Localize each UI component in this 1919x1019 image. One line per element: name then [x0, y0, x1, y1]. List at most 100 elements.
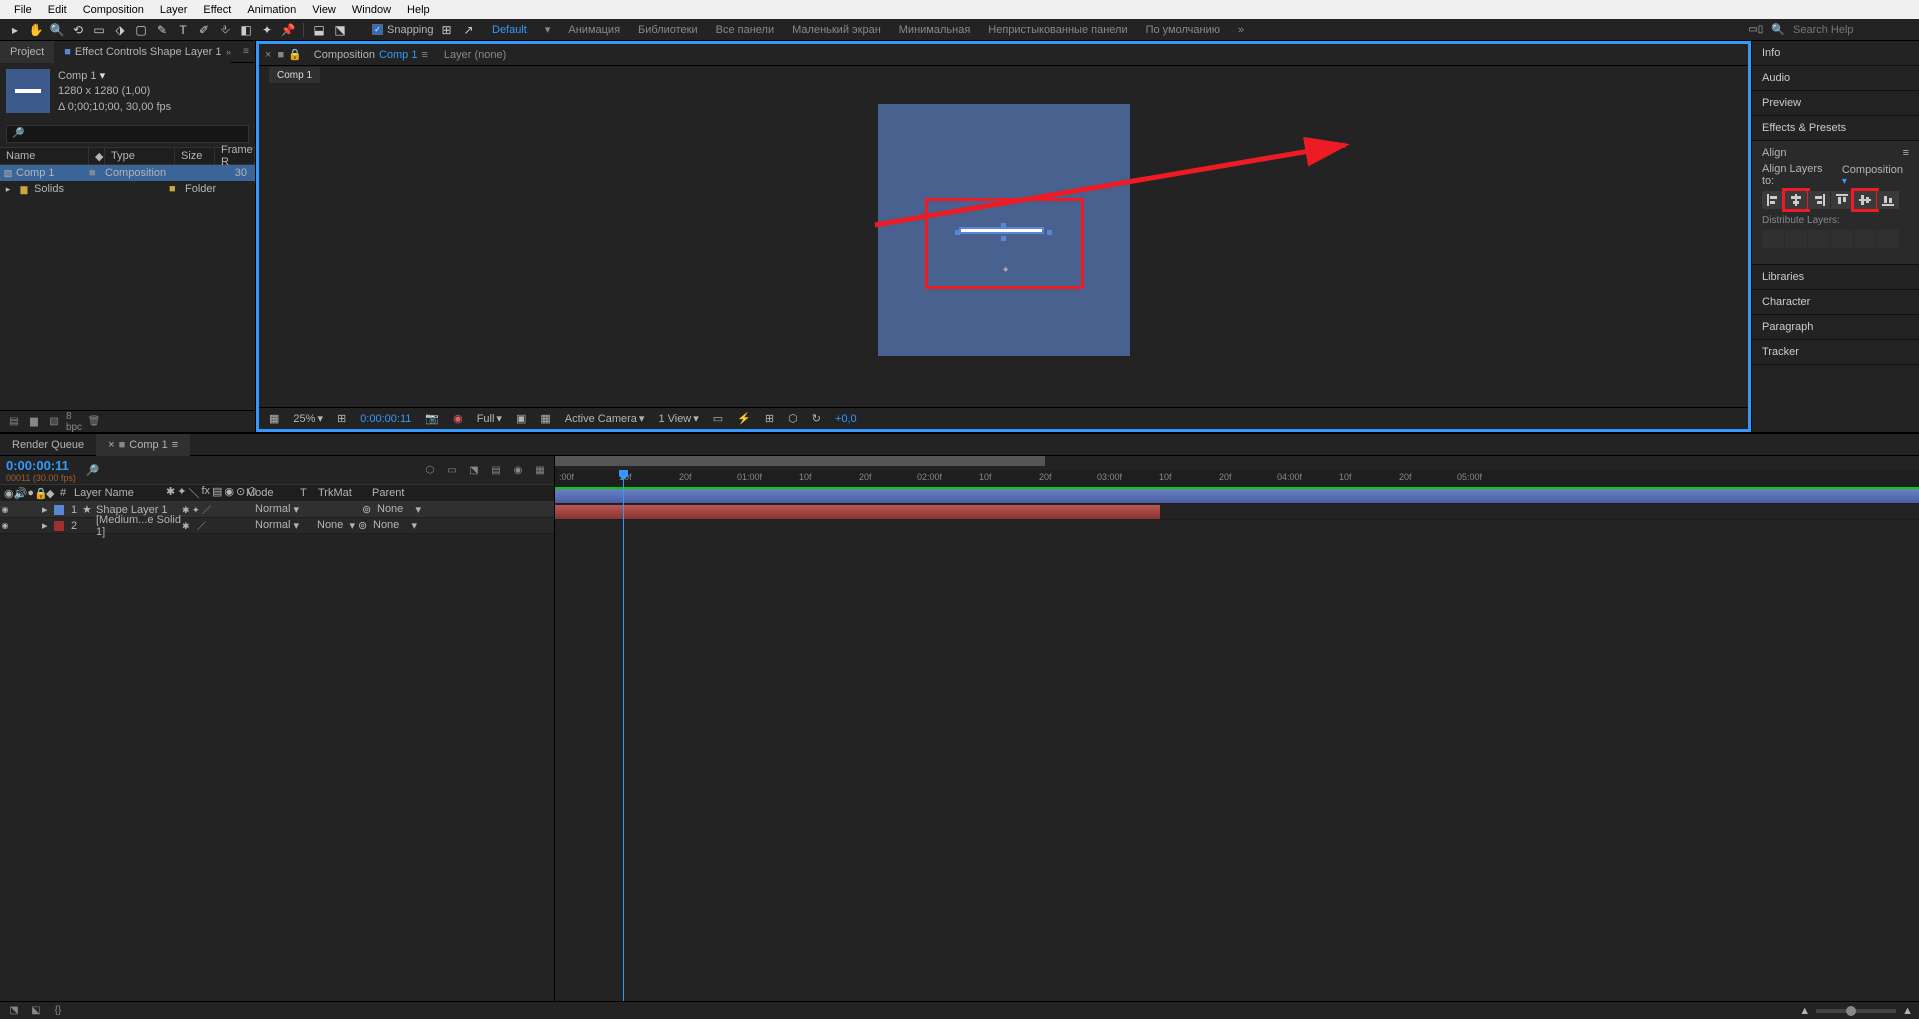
transparency-grid-icon[interactable]: ▦ — [536, 412, 554, 425]
work-area-bar[interactable] — [555, 456, 1045, 466]
zoom-in-icon[interactable]: ▲ — [1902, 1005, 1913, 1017]
graph-editor-icon[interactable]: ▦ — [532, 462, 548, 478]
rect-tool[interactable]: ▢ — [132, 21, 150, 39]
orbit-tool[interactable]: ⟲ — [69, 21, 87, 39]
reset-exposure-icon[interactable]: ↻ — [808, 412, 825, 425]
toggle-modes-icon[interactable]: ⬕ — [28, 1003, 44, 1019]
align-to-dropdown[interactable]: Composition ▾ — [1842, 164, 1909, 187]
menu-animation[interactable]: Animation — [239, 4, 304, 16]
channel-icon[interactable]: ◉ — [449, 412, 467, 425]
visibility-toggle[interactable]: ◉ — [0, 521, 10, 530]
timecode-display[interactable]: 0:00:00:11 — [356, 413, 415, 425]
world-axis-icon[interactable]: ⬔ — [331, 21, 349, 39]
workspace-defaultru[interactable]: По умолчанию — [1146, 24, 1220, 36]
align-vcenter-button[interactable] — [1851, 188, 1879, 212]
blend-mode-dropdown[interactable]: Normal▾ — [252, 503, 302, 516]
local-axis-icon[interactable]: ⬓ — [310, 21, 328, 39]
resolution-dropdown[interactable]: Full ▾ — [473, 412, 506, 425]
col-type[interactable]: Type — [105, 147, 175, 165]
eraser-tool[interactable]: ◧ — [237, 21, 255, 39]
col-label-icon[interactable]: ◆ — [89, 147, 105, 165]
flowchart-comp-tab[interactable]: Comp 1 — [269, 67, 320, 83]
character-panel[interactable]: Character — [1752, 290, 1919, 315]
effects-presets-panel[interactable]: Effects & Presets — [1752, 116, 1919, 141]
layer-row-solid[interactable]: ◉ ▸ 2 [Medium...e Solid 1] ✱ ／ Normal▾ N… — [0, 518, 554, 534]
workspace-default[interactable]: Default — [492, 24, 527, 36]
canvas-area[interactable]: ✦ — [259, 84, 1748, 407]
workspace-shelf-icon[interactable]: ▭▯ — [1748, 24, 1763, 35]
menu-help[interactable]: Help — [399, 4, 438, 16]
search-help-input[interactable] — [1793, 24, 1913, 36]
toggle-in-out-icon[interactable]: {} — [50, 1003, 66, 1019]
roi-icon[interactable]: ▣ — [512, 412, 530, 425]
trkmat-dropdown[interactable]: None▾ — [314, 519, 358, 532]
current-time-indicator[interactable] — [623, 470, 624, 1001]
layer-row-shape[interactable]: ◉ ▸ 1 ★ Shape Layer 1 ✱ ✦ ／ Normal▾ ⊚ No… — [0, 502, 554, 518]
col-framerate[interactable]: Frame R — [215, 147, 255, 165]
time-ruler[interactable]: :00f 10f 20f 01:00f 10f 20f 02:00f 10f 2… — [555, 470, 1919, 488]
selection-tool[interactable]: ▸ — [6, 21, 24, 39]
selected-shape[interactable] — [957, 225, 1050, 239]
exposure-value[interactable]: +0,0 — [831, 413, 861, 425]
snap-extend-icon[interactable]: ↗ — [460, 21, 478, 39]
tracker-panel[interactable]: Tracker — [1752, 340, 1919, 365]
snap-edge-icon[interactable]: ⊞ — [438, 21, 456, 39]
workspace-animation[interactable]: Анимация — [568, 24, 620, 36]
menu-composition[interactable]: Composition — [75, 4, 152, 16]
label-color-chip[interactable] — [54, 505, 64, 515]
fast-preview-icon[interactable]: ⚡ — [733, 412, 755, 425]
timeline-icon[interactable]: ⊞ — [761, 412, 778, 425]
parent-dropdown[interactable]: None▾ — [370, 519, 420, 532]
toggle-switches-icon[interactable]: ⬔ — [6, 1003, 22, 1019]
preview-panel[interactable]: Preview — [1752, 91, 1919, 116]
viewer-layer-tab[interactable]: Layer (none) — [436, 49, 514, 61]
track-shape-layer[interactable] — [555, 488, 1919, 504]
current-time-display[interactable]: 0:00:00:11 — [6, 458, 76, 473]
snapshot-icon[interactable]: 📷 — [421, 412, 443, 425]
pan-behind-tool[interactable]: ⬗ — [111, 21, 129, 39]
col-size[interactable]: Size — [175, 147, 215, 165]
workspace-minimal[interactable]: Минимальная — [899, 24, 971, 36]
align-hcenter-button[interactable] — [1782, 188, 1810, 212]
workspace-overflow[interactable]: » — [1238, 24, 1244, 36]
audio-panel[interactable]: Audio — [1752, 66, 1919, 91]
menu-effect[interactable]: Effect — [195, 4, 239, 16]
blend-mode-dropdown[interactable]: Normal▾ — [252, 519, 302, 532]
timeline-zoom-slider[interactable] — [1816, 1009, 1896, 1013]
puppet-tool[interactable]: 📌 — [279, 21, 297, 39]
render-queue-tab[interactable]: Render Queue — [0, 434, 96, 456]
paragraph-panel[interactable]: Paragraph — [1752, 315, 1919, 340]
project-item-comp[interactable]: ▧ Comp 1 ■ Composition 30 — [0, 165, 255, 181]
bpc-button[interactable]: 8 bpc — [66, 414, 82, 430]
workspace-libraries[interactable]: Библиотеки — [638, 24, 698, 36]
hand-tool[interactable]: ✋ — [27, 21, 45, 39]
hide-shy-icon[interactable]: ⬔ — [466, 462, 482, 478]
new-comp-icon[interactable]: ▧ — [46, 414, 62, 430]
effect-controls-tab[interactable]: ■Effect Controls Shape Layer 1 — [54, 41, 231, 63]
comp-mini-flowchart-icon[interactable]: ⬡ — [422, 462, 438, 478]
resolution-toggle-icon[interactable]: ⊞ — [333, 412, 350, 425]
workspace-all-panels[interactable]: Все панели — [716, 24, 774, 36]
pixel-aspect-icon[interactable]: ▭ — [709, 412, 727, 425]
project-item-solids[interactable]: ▸ ▆ Solids ■ Folder — [0, 181, 255, 197]
interpret-footage-icon[interactable]: ▤ — [6, 414, 22, 430]
parent-dropdown[interactable]: None▾ — [374, 503, 424, 516]
col-name[interactable]: Name — [0, 147, 89, 165]
visibility-toggle[interactable]: ◉ — [0, 505, 10, 514]
workspace-undocked[interactable]: Непристыкованные панели — [988, 24, 1127, 36]
flowchart-icon[interactable]: ⬡ — [784, 412, 802, 425]
motion-blur-icon[interactable]: ◉ — [510, 462, 526, 478]
timeline-search-icon[interactable]: 🔎 — [86, 464, 100, 477]
align-bottom-button[interactable] — [1877, 191, 1899, 209]
menu-file[interactable]: File — [6, 4, 40, 16]
align-left-button[interactable] — [1762, 191, 1784, 209]
snapping-checkbox[interactable]: ✓ — [372, 24, 383, 35]
workspace-small-screen[interactable]: Маленький экран — [792, 24, 881, 36]
camera-dropdown[interactable]: Active Camera ▾ — [561, 412, 649, 425]
new-folder-icon[interactable]: ▆ — [26, 414, 42, 430]
timeline-comp-tab[interactable]: × ■ Comp 1 ≡ — [96, 434, 190, 456]
roto-tool[interactable]: ✦ — [258, 21, 276, 39]
zoom-tool[interactable]: 🔍 — [48, 21, 66, 39]
views-dropdown[interactable]: 1 View ▾ — [654, 412, 702, 425]
align-right-button[interactable] — [1808, 191, 1830, 209]
